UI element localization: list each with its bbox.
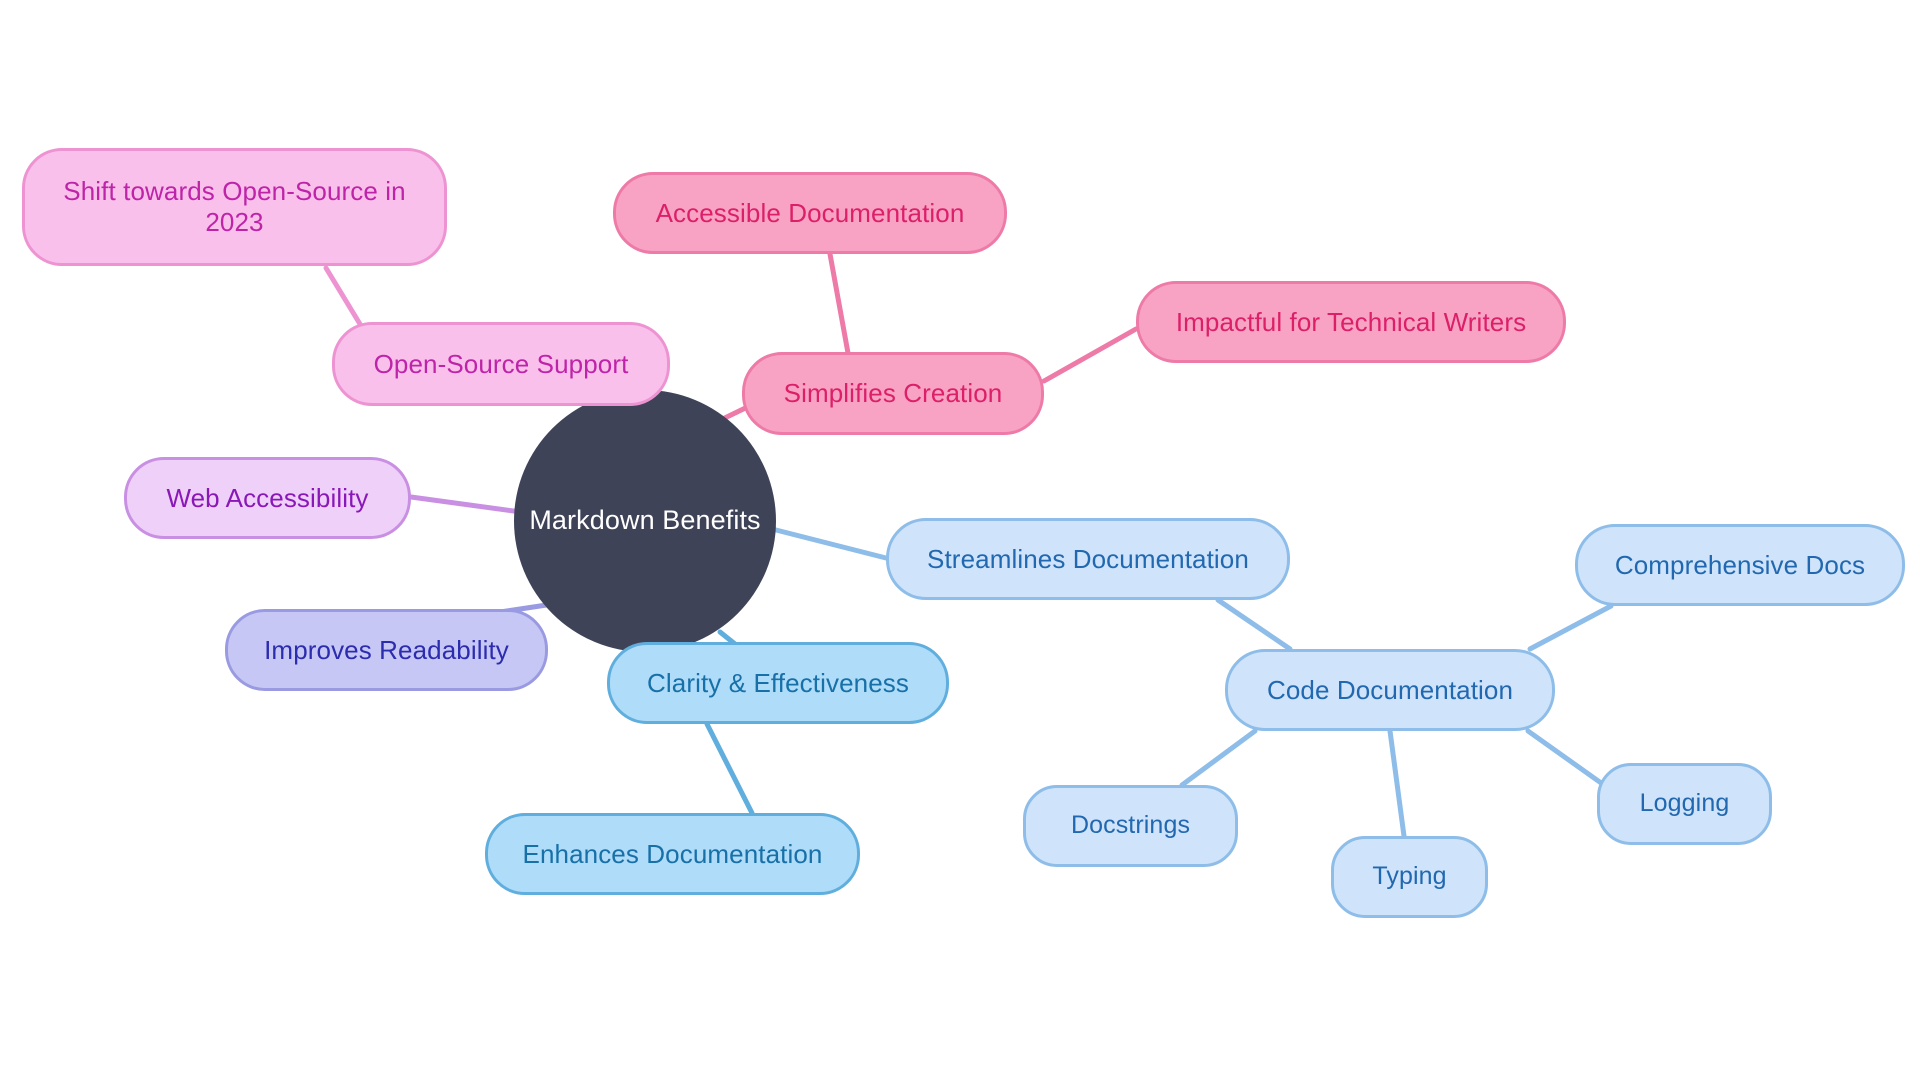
node-accessible-documentation[interactable]: Accessible Documentation	[613, 172, 1007, 254]
node-label-code-documentation: Code Documentation	[1266, 674, 1514, 705]
edge-root-to-web-accessibility	[408, 494, 524, 515]
node-label-logging: Logging	[1639, 789, 1730, 818]
edge-simplifies-creation-to-impactful-technical-writers	[1041, 326, 1139, 384]
node-simplifies-creation[interactable]: Simplifies Creation	[742, 352, 1044, 435]
node-label-shift-open-source: Shift towards Open-Source in 2023	[63, 176, 406, 237]
node-code-documentation[interactable]: Code Documentation	[1225, 649, 1555, 731]
node-label-web-accessibility: Web Accessibility	[166, 482, 369, 513]
node-open-source-support[interactable]: Open-Source Support	[332, 322, 670, 406]
node-label-clarity-effectiveness: Clarity & Effectiveness	[647, 667, 909, 698]
node-label-simplifies-creation: Simplifies Creation	[783, 378, 1003, 409]
mindmap-canvas: Markdown Benefits Shift towards Open-Sour…	[0, 0, 1920, 1080]
edge-root-to-streamlines-documentation	[773, 527, 889, 561]
node-enhances-documentation[interactable]: Enhances Documentation	[485, 813, 860, 895]
root-node-label: Markdown Benefits	[529, 505, 761, 536]
node-comprehensive-docs[interactable]: Comprehensive Docs	[1575, 524, 1905, 606]
node-impactful-technical-writers[interactable]: Impactful for Technical Writers	[1136, 281, 1566, 363]
node-typing[interactable]: Typing	[1331, 836, 1488, 918]
node-label-improves-readability: Improves Readability	[264, 634, 509, 665]
node-label-typing: Typing	[1372, 862, 1447, 891]
node-docstrings[interactable]: Docstrings	[1023, 785, 1238, 867]
node-label-docstrings: Docstrings	[1070, 811, 1191, 840]
node-web-accessibility[interactable]: Web Accessibility	[124, 457, 411, 539]
node-streamlines-documentation[interactable]: Streamlines Documentation	[886, 518, 1290, 600]
node-label-streamlines-documentation: Streamlines Documentation	[927, 543, 1249, 574]
node-label-accessible-documentation: Accessible Documentation	[655, 197, 965, 228]
edge-code-documentation-to-docstrings	[1179, 728, 1258, 788]
edge-simplifies-creation-to-accessible-documentation	[827, 251, 851, 356]
edge-code-documentation-to-comprehensive-docs	[1527, 603, 1614, 652]
root-node-markdown-benefits[interactable]: Markdown Benefits	[514, 390, 776, 652]
node-label-open-source-support: Open-Source Support	[373, 348, 629, 379]
node-clarity-effectiveness[interactable]: Clarity & Effectiveness	[607, 642, 949, 724]
edge-streamlines-documentation-to-code-documentation	[1215, 597, 1293, 652]
node-shift-open-source[interactable]: Shift towards Open-Source in 2023	[22, 148, 447, 266]
node-label-comprehensive-docs: Comprehensive Docs	[1614, 549, 1866, 580]
edge-code-documentation-to-typing	[1387, 728, 1407, 839]
edge-clarity-effectiveness-to-enhances-documentation	[704, 721, 755, 816]
node-improves-readability[interactable]: Improves Readability	[225, 609, 548, 691]
node-label-enhances-documentation: Enhances Documentation	[522, 838, 823, 869]
node-label-impactful-technical-writers: Impactful for Technical Writers	[1175, 306, 1527, 337]
node-logging[interactable]: Logging	[1597, 763, 1772, 845]
